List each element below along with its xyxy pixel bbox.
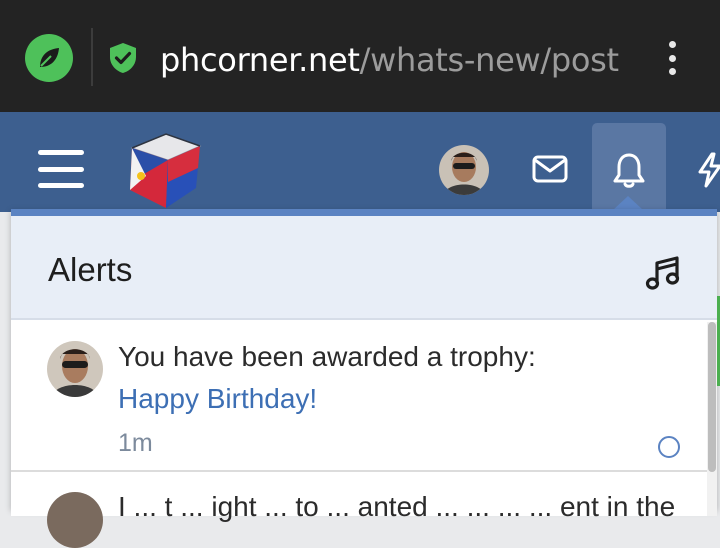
kebab-dot <box>668 54 676 62</box>
alerts-dropdown: Alerts You have been awarded a trophy: H… <box>11 209 717 548</box>
hamburger-icon[interactable] <box>38 150 84 188</box>
avatar-photo <box>47 341 103 397</box>
url-path: /whats-new/post <box>359 41 619 79</box>
phcorner-cube-logo[interactable] <box>122 130 204 212</box>
hamburger-line <box>38 150 84 155</box>
avatar-photo <box>439 145 489 195</box>
alert-timestamp: 1m <box>118 429 153 457</box>
url-host: phcorner.net <box>160 41 360 79</box>
hamburger-line <box>38 183 84 188</box>
alerts-title: Alerts <box>48 251 133 288</box>
bolt-icon[interactable] <box>696 152 720 188</box>
alert-message: You have been awarded a trophy: <box>118 341 536 372</box>
music-note-icon[interactable] <box>644 254 682 292</box>
user-avatar[interactable] <box>439 145 489 195</box>
scrollbar[interactable] <box>707 322 717 516</box>
alerts-header: Alerts <box>11 216 717 320</box>
hamburger-line <box>38 166 84 172</box>
alert-message: I ... t ... ight ... to ... anted ... ..… <box>118 491 676 522</box>
url-field[interactable]: phcorner.net/whats-new/post <box>160 38 635 82</box>
alert-item[interactable]: You have been awarded a trophy: Happy Bi… <box>11 322 707 472</box>
leaf-icon[interactable] <box>25 34 73 82</box>
browser-address-bar: phcorner.net/whats-new/post <box>0 0 720 112</box>
bell-icon <box>613 153 645 188</box>
alert-avatar[interactable] <box>47 341 103 397</box>
alert-item[interactable]: I ... t ... ight ... to ... anted ... ..… <box>11 474 707 548</box>
dropdown-caret <box>613 196 643 210</box>
scrollbar-thumb[interactable] <box>708 322 716 472</box>
mail-icon[interactable] <box>532 154 568 184</box>
trophy-link[interactable]: Happy Birthday! <box>118 380 317 418</box>
address-divider <box>91 28 93 86</box>
kebab-menu-icon[interactable] <box>660 38 684 78</box>
mark-read-toggle[interactable] <box>658 436 680 458</box>
shield-check-icon[interactable] <box>108 42 138 74</box>
kebab-dot <box>668 68 676 75</box>
kebab-dot <box>668 41 676 48</box>
alert-avatar[interactable] <box>47 492 103 548</box>
site-header <box>0 112 720 213</box>
leaf-glyph <box>40 48 59 67</box>
